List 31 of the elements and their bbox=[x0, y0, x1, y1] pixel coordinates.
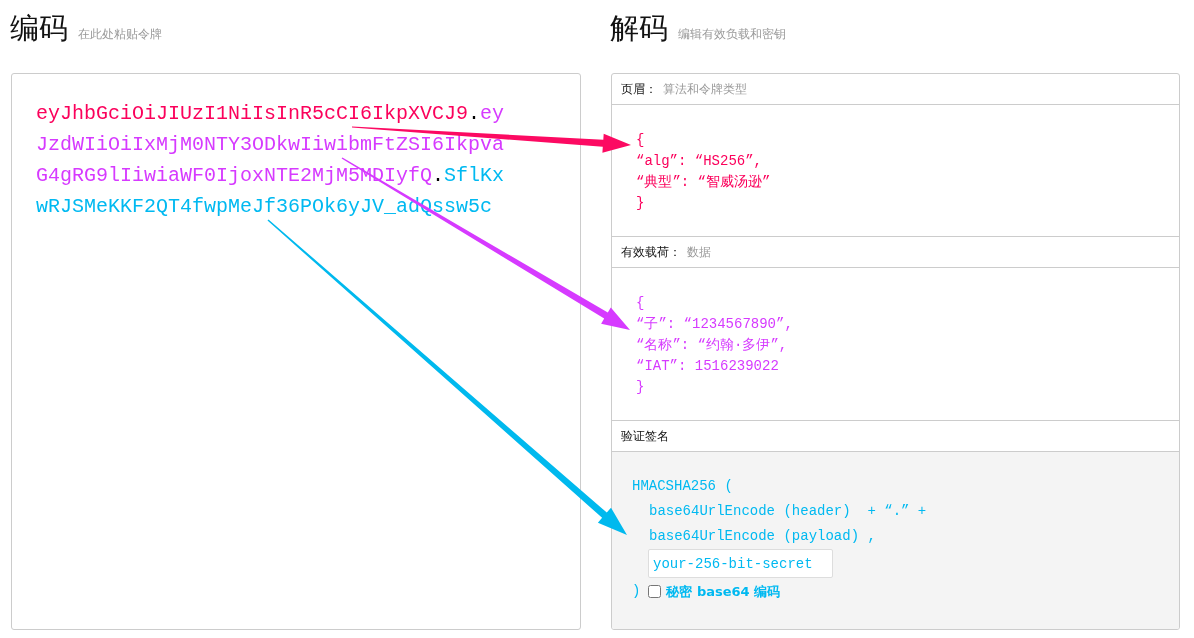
secret-input[interactable]: your-256-bit-secret bbox=[648, 549, 833, 578]
decoded-subtitle: 编辑有效负载和密钥 bbox=[678, 26, 786, 43]
section-hint: 算法和令牌类型 bbox=[663, 80, 747, 98]
token-text: . bbox=[468, 102, 481, 125]
checkbox-label[interactable]: 秘密 base64 编码 bbox=[666, 579, 781, 604]
signature-code-line: HMACSHA256 ( bbox=[632, 477, 733, 496]
json-line: } bbox=[636, 378, 645, 397]
section-title: 有效载荷： bbox=[621, 243, 681, 261]
token-text: ey bbox=[480, 102, 505, 125]
json-line: { bbox=[636, 131, 645, 150]
encoded-subtitle: 在此处粘贴令牌 bbox=[78, 26, 162, 43]
section-hint: 数据 bbox=[687, 243, 711, 261]
json-line: “典型”: “智威汤逊” bbox=[636, 173, 771, 192]
token-text: SflKx bbox=[444, 164, 505, 187]
json-line: { bbox=[636, 294, 645, 313]
checkbox[interactable] bbox=[648, 585, 662, 598]
signature-code-line: ) bbox=[632, 582, 641, 601]
json-line: “alg”: “HS256”, bbox=[636, 152, 763, 171]
decoded-title: 解码 bbox=[610, 11, 668, 46]
token-text: JzdWIiOiIxMjM0NTY3ODkwIiwibmFtZSI6Ikpva bbox=[36, 133, 505, 156]
section-title: 页眉： bbox=[621, 80, 657, 98]
encoded-title: 编码 bbox=[10, 11, 68, 46]
signature-code-line: base64UrlEncode (header) + “.” + bbox=[649, 502, 927, 521]
json-line: “子”: “1234567890”, bbox=[636, 315, 793, 334]
section-title: 验证签名 bbox=[621, 427, 669, 445]
json-line: “IAT”: 1516239022 bbox=[636, 357, 779, 376]
token-text: . bbox=[432, 164, 445, 187]
json-line: } bbox=[636, 194, 645, 213]
json-line: “名称”: “约翰·多伊”, bbox=[636, 336, 788, 355]
token-text: eyJhbGciOiJIUzI1NiIsInR5cCI6IkpXVCJ9 bbox=[36, 102, 469, 125]
signature-code-line: base64UrlEncode (payload) , bbox=[649, 527, 876, 546]
